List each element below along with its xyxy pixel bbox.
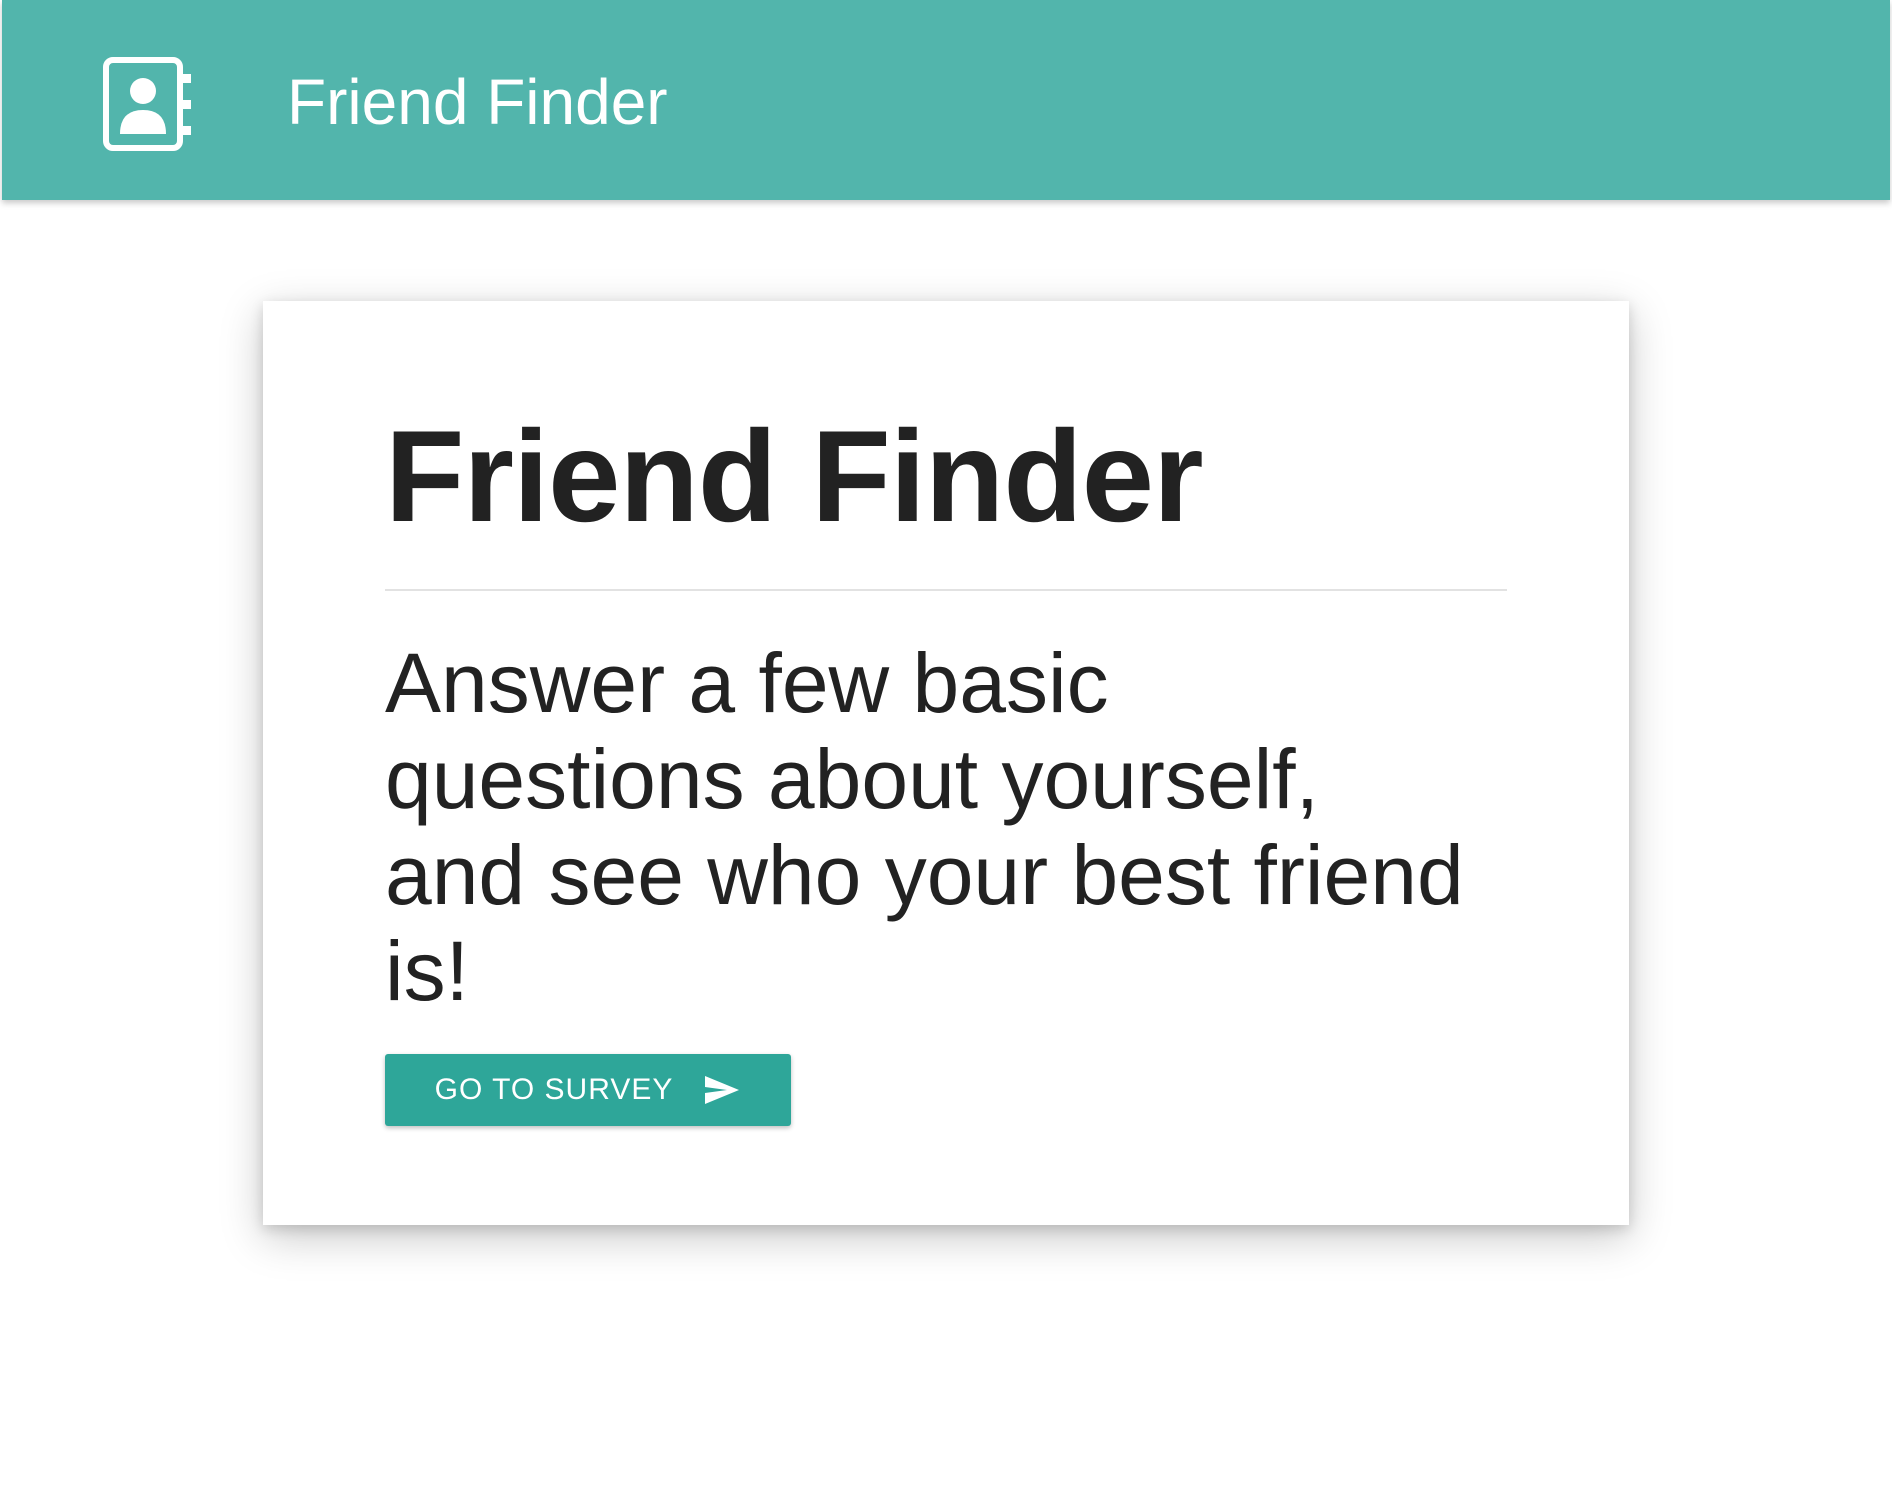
page-title: Friend Finder — [385, 403, 1204, 549]
send-icon — [705, 1076, 740, 1104]
go-to-survey-button[interactable]: GO TO SURVEY — [385, 1054, 791, 1126]
divider — [385, 589, 1507, 591]
intro-text: Answer a few basic questions about yours… — [385, 636, 1464, 1018]
navbar: Friend Finder — [2, 0, 1890, 200]
intro-card: Friend Finder Answer a few basic questio… — [263, 301, 1629, 1225]
go-to-survey-label: GO TO SURVEY — [434, 1073, 674, 1106]
contact-book-icon[interactable] — [102, 56, 192, 152]
navbar-brand-title[interactable]: Friend Finder — [287, 62, 668, 142]
